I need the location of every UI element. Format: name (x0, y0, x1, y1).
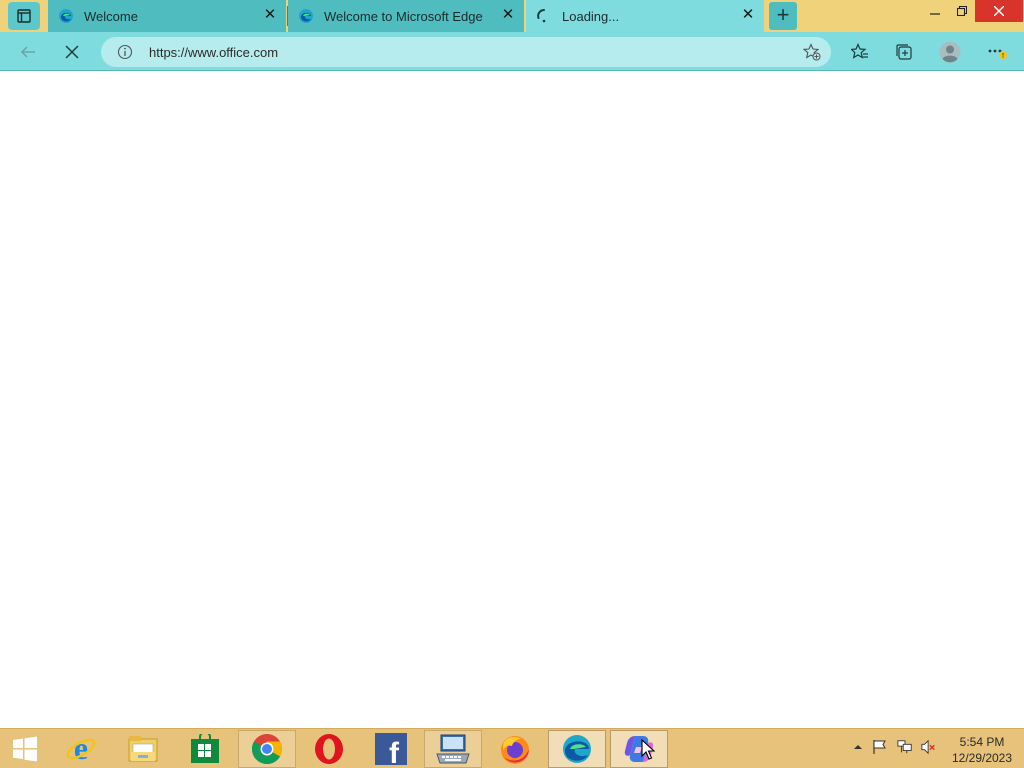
tab-loading[interactable]: Loading... ✕ (526, 0, 764, 32)
favorites-button[interactable] (846, 38, 874, 66)
taskbar-facebook[interactable]: f (362, 730, 420, 768)
taskbar-edge[interactable] (548, 730, 606, 768)
close-icon (65, 45, 79, 59)
taskbar-internet-explorer[interactable]: e (52, 730, 110, 768)
network-icon (897, 740, 912, 754)
flag-icon (873, 740, 886, 754)
address-bar[interactable]: https://www.office.com (101, 37, 831, 67)
taskbar: e f 5:54 PM 12/29/2023 (0, 728, 1024, 768)
restore-button[interactable] (945, 0, 979, 22)
show-hidden-icons-button[interactable] (850, 737, 866, 757)
more-icon (988, 49, 1007, 59)
new-tab-button[interactable]: + (769, 2, 797, 30)
taskbar-copilot[interactable] (610, 730, 668, 768)
plus-icon: + (776, 2, 790, 27)
network-button[interactable] (897, 737, 913, 757)
tab-actions-icon (17, 9, 31, 23)
collections-button[interactable] (890, 38, 918, 66)
back-arrow-icon (20, 46, 35, 58)
avatar-icon (939, 41, 961, 63)
page-content[interactable] (0, 71, 1024, 728)
favorites-icon (851, 43, 868, 59)
tab-welcome[interactable]: Welcome ✕ (48, 0, 286, 32)
tab-title: Loading... (562, 9, 620, 24)
mouse-cursor-icon (641, 739, 655, 760)
tab-title: Welcome to Microsoft Edge (324, 9, 483, 24)
file-explorer-icon (128, 736, 158, 762)
start-button[interactable] (0, 730, 50, 768)
svg-text:f: f (389, 737, 400, 765)
close-window-button[interactable] (975, 0, 1023, 22)
chevron-up-icon (854, 745, 862, 749)
clock-date: 12/29/2023 (951, 751, 1013, 765)
keyboard-icon (436, 734, 470, 764)
taskbar-store[interactable] (176, 730, 234, 768)
clock-time: 5:54 PM (959, 735, 1005, 749)
volume-button[interactable] (921, 737, 937, 757)
settings-more-button[interactable] (984, 38, 1012, 66)
info-icon[interactable] (117, 44, 133, 60)
opera-icon (315, 734, 343, 764)
close-tab-button[interactable]: ✕ (500, 7, 516, 23)
browser-toolbar: https://www.office.com (0, 32, 1024, 71)
minimize-icon (930, 13, 940, 15)
tab-actions-button[interactable] (8, 2, 40, 30)
volume-muted-icon (921, 739, 935, 755)
store-icon (191, 734, 219, 763)
stop-loading-button[interactable] (58, 38, 86, 66)
close-icon (994, 6, 1004, 16)
internet-explorer-icon: e (66, 733, 96, 765)
loading-spinner-icon (537, 9, 546, 23)
edge-icon (563, 735, 591, 763)
taskbar-opera[interactable] (300, 730, 358, 768)
taskbar-file-explorer[interactable] (114, 730, 172, 768)
firefox-icon (501, 736, 529, 764)
taskbar-on-screen-keyboard[interactable] (424, 730, 482, 768)
taskbar-chrome[interactable] (238, 730, 296, 768)
collections-icon (896, 44, 912, 60)
close-tab-button[interactable]: ✕ (740, 7, 756, 23)
chrome-icon (251, 734, 282, 765)
tab-welcome-to-microsoft-edge[interactable]: Welcome to Microsoft Edge ✕ (288, 0, 524, 32)
action-center-button[interactable] (872, 737, 888, 757)
back-button[interactable] (14, 38, 42, 66)
profile-button[interactable] (936, 38, 964, 66)
svg-text:e: e (74, 733, 88, 765)
url-text[interactable]: https://www.office.com (149, 45, 278, 60)
taskbar-firefox[interactable] (486, 730, 544, 768)
facebook-icon: f (375, 733, 407, 765)
edge-icon (59, 9, 73, 23)
title-bar: Welcome ✕ Welcome to Microsoft Edge ✕ Lo… (0, 0, 1024, 32)
clock[interactable]: 5:54 PM 12/29/2023 (944, 734, 1020, 766)
add-favorite-icon[interactable] (803, 43, 821, 61)
restore-icon (957, 6, 967, 16)
edge-icon (299, 9, 313, 23)
close-tab-button[interactable]: ✕ (262, 7, 278, 23)
windows-logo-icon (13, 736, 37, 762)
tab-title: Welcome (84, 9, 138, 24)
